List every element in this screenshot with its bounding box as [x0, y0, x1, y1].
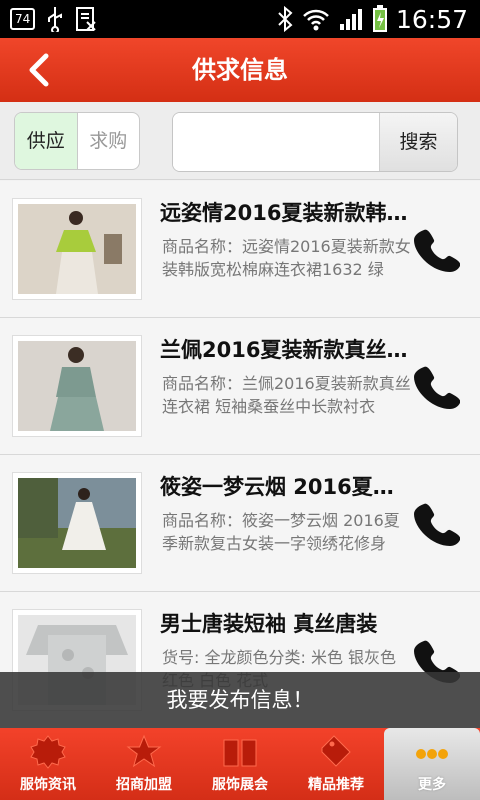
product-image — [18, 478, 136, 568]
tab-label: 更多 — [418, 777, 446, 793]
bluetooth-icon — [278, 6, 293, 32]
product-image — [18, 341, 136, 431]
clock: 16:57 — [395, 4, 468, 34]
publish-info-button[interactable]: 我要发布信息！ — [0, 672, 480, 728]
bottom-tab-bar: 服饰资讯 招商加盟 服饰展会 精品推荐 更多 — [0, 728, 480, 800]
tab-fashion-news[interactable]: 服饰资讯 — [0, 728, 96, 800]
status-bar: 74 16:57 — [0, 0, 480, 38]
tab-franchise[interactable]: 招商加盟 — [96, 728, 192, 800]
phone-icon[interactable] — [414, 363, 460, 409]
wifi-icon — [303, 9, 329, 31]
tab-more[interactable]: 更多 — [384, 728, 480, 800]
phone-icon[interactable] — [414, 500, 460, 546]
news-badge-icon — [30, 735, 66, 769]
document-icon — [76, 7, 96, 31]
usb-icon — [48, 7, 63, 32]
tab-label: 精品推荐 — [308, 777, 364, 793]
search-input[interactable] — [173, 113, 379, 171]
tab-exhibition[interactable]: 服饰展会 — [192, 728, 288, 800]
tab-recommended[interactable]: 精品推荐 — [288, 728, 384, 800]
battery-icon — [372, 5, 387, 32]
star-icon — [126, 734, 162, 768]
tab-label: 服饰展会 — [212, 777, 268, 793]
signal-icon — [339, 9, 362, 30]
search-button[interactable]: 搜索 — [379, 113, 457, 171]
product-name: 筱姿一梦云烟 2016夏季新款复古女装 — [160, 475, 408, 499]
list-item[interactable]: 兰佩2016夏装新款真丝连衣裙 商品名称：兰佩2016夏装新款真丝连衣裙 短袖桑… — [0, 318, 480, 455]
product-name: 男士唐装短袖 真丝唐装 — [160, 612, 378, 636]
tag-icon — [321, 735, 351, 767]
filter-row: 供应 求购 搜索 — [0, 102, 480, 180]
header-bar: 供求信息 — [0, 38, 480, 102]
list-item[interactable]: 筱姿一梦云烟 2016夏季新款复古女装 商品名称：筱姿一梦云烟 2016夏季新款… — [0, 455, 480, 592]
tab-label: 招商加盟 — [116, 777, 172, 793]
product-description: 商品名称：筱姿一梦云烟 2016夏季新款复古女装一字领绣花修身 — [162, 511, 400, 553]
product-thumbnail — [12, 335, 142, 437]
supply-list: 远姿情2016夏装新款韩版宽松棉麻连衣裙 商品名称：远姿情2016夏装新款女装韩… — [0, 181, 480, 727]
phone-icon[interactable] — [414, 226, 460, 272]
notification-badge: 74 — [10, 8, 36, 30]
product-description: 商品名称：兰佩2016夏装新款真丝连衣裙 短袖桑蚕丝中长款衬衣 — [162, 374, 411, 416]
book-icon — [223, 739, 257, 767]
tab-label: 服饰资讯 — [20, 777, 76, 793]
product-thumbnail — [12, 472, 142, 574]
search-box: 搜索 — [172, 112, 458, 172]
page-title: 供求信息 — [192, 56, 288, 84]
supply-tab[interactable]: 供应 — [15, 113, 78, 169]
product-name: 远姿情2016夏装新款韩版宽松棉麻连衣裙 — [160, 201, 408, 225]
supply-demand-toggle: 供应 求购 — [14, 112, 140, 170]
product-name: 兰佩2016夏装新款真丝连衣裙 — [160, 338, 408, 362]
product-image — [18, 204, 136, 294]
list-item[interactable]: 远姿情2016夏装新款韩版宽松棉麻连衣裙 商品名称：远姿情2016夏装新款女装韩… — [0, 181, 480, 318]
demand-tab[interactable]: 求购 — [78, 113, 140, 169]
product-description: 商品名称：远姿情2016夏装新款女装韩版宽松棉麻连衣裙1632 绿 — [162, 237, 411, 279]
product-thumbnail — [12, 198, 142, 300]
more-dots-icon — [416, 749, 448, 759]
